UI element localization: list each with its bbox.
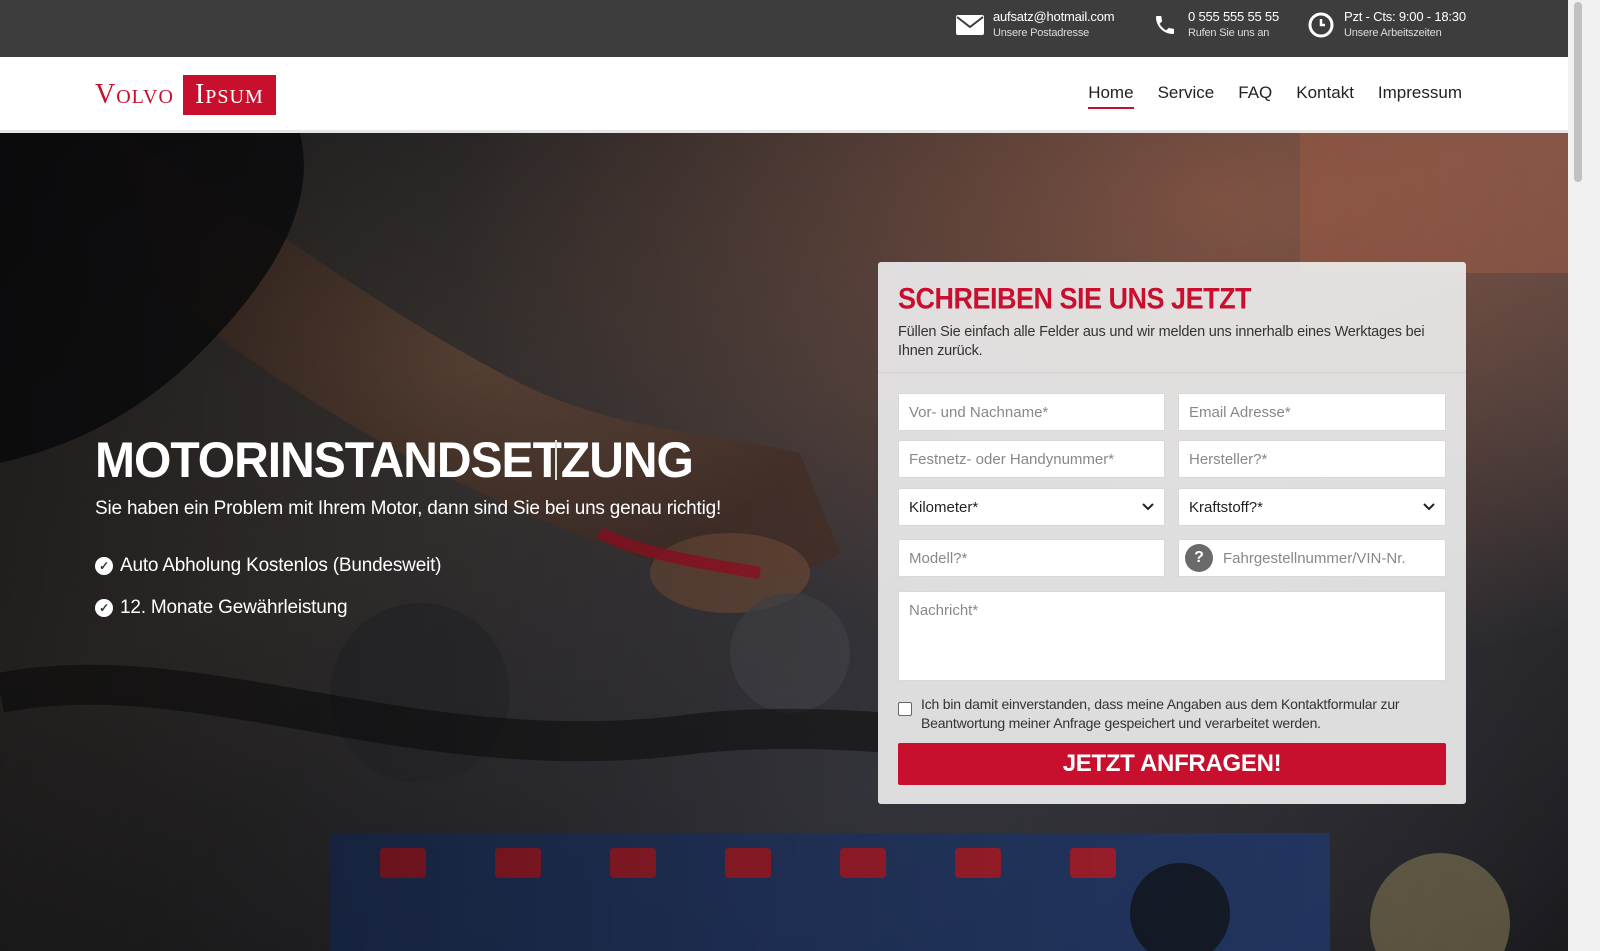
main-nav: Home Service FAQ Kontakt Impressum [1064,83,1462,109]
phone-caption: Rufen Sie uns an [1188,27,1270,39]
benefit-item: ✓ 12. Monate Gewährleistung [95,597,441,619]
email-placeholder: Email Adresse* [1189,403,1291,421]
contact-form-card: SCHREIBEN SIE UNS JETZT Füllen Sie einfa… [878,262,1466,804]
phone-contact[interactable]: 0 555 555 55 55 Rufen Sie uns an [1150,9,1279,41]
hero-title: MOTORINSTANDSETZUNG [95,432,694,489]
form-header: SCHREIBEN SIE UNS JETZT Füllen Sie einfa… [878,262,1466,373]
mileage-value: Kilometer* [909,498,979,516]
mileage-select[interactable]: Kilometer* [898,488,1165,526]
hero-benefits: ✓ Auto Abholung Kostenlos (Bundesweit) ✓… [95,555,441,639]
email-contact[interactable]: aufsatz@hotmail.com Unsere Postadresse [955,9,1115,41]
nav-faq[interactable]: FAQ [1238,83,1272,107]
email-address[interactable]: aufsatz@hotmail.com [993,9,1115,25]
check-circle-icon: ✓ [95,557,113,575]
manufacturer-placeholder: Hersteller?* [1189,450,1268,468]
form-description: Füllen Sie einfach alle Felder aus und w… [898,324,1425,359]
hours-text: Pzt - Cts: 9:00 - 18:30 [1344,9,1466,24]
help-icon[interactable]: ? [1185,544,1213,572]
hero-subtitle: Sie haben ein Problem mit Ihrem Motor, d… [95,498,722,519]
vin-placeholder: Fahrgestellnummer/VIN-Nr. [1223,549,1406,567]
benefit-text: 12. Monate Gewährleistung [120,597,348,618]
name-input[interactable]: Vor- und Nachname* [898,393,1165,431]
site-header: Volvo Ipsum Home Service FAQ Kontakt Imp… [0,57,1568,133]
opening-hours: Pzt - Cts: 9:00 - 18:30 Unsere Arbeitsze… [1306,9,1466,41]
vin-input[interactable]: ? Fahrgestellnummer/VIN-Nr. [1178,539,1446,577]
consent-row: Ich bin damit einverstanden, dass meine … [898,695,1446,733]
phone-icon [1150,10,1180,40]
name-placeholder: Vor- und Nachname* [909,403,1049,421]
logo[interactable]: Volvo Ipsum [95,75,276,115]
nav-home[interactable]: Home [1088,83,1134,109]
typing-cursor [555,440,557,480]
nav-service[interactable]: Service [1158,83,1215,107]
nav-impressum[interactable]: Impressum [1378,83,1462,107]
form-title: SCHREIBEN SIE UNS JETZT [898,282,1252,316]
consent-text: Ich bin damit einverstanden, dass meine … [921,696,1400,731]
benefit-text: Auto Abholung Kostenlos (Bundesweit) [120,555,442,576]
email-input[interactable]: Email Adresse* [1178,393,1446,431]
envelope-icon [955,10,985,40]
logo-text-volvo: Volvo [95,79,174,110]
fuel-select[interactable]: Kraftstoff?* [1178,488,1446,526]
phone-placeholder: Festnetz- oder Handynummer* [909,450,1115,468]
top-info-bar: aufsatz@hotmail.com Unsere Postadresse 0… [0,0,1568,57]
chevron-down-icon [1423,500,1435,514]
phone-number[interactable]: 0 555 555 55 55 [1188,9,1279,25]
message-placeholder: Nachricht* [909,602,979,619]
chevron-down-icon [1142,500,1154,514]
scrollbar-thumb[interactable] [1574,2,1582,182]
email-caption: Unsere Postadresse [993,27,1090,39]
model-placeholder: Modell?* [909,549,968,567]
benefit-item: ✓ Auto Abholung Kostenlos (Bundesweit) [95,555,441,577]
model-input[interactable]: Modell?* [898,539,1165,577]
logo-text-ipsum: Ipsum [182,75,276,115]
page-scrollbar[interactable] [1568,0,1600,951]
nav-kontakt[interactable]: Kontakt [1296,83,1354,107]
clock-icon [1306,10,1336,40]
hours-caption: Unsere Arbeitszeiten [1344,27,1442,39]
message-textarea[interactable]: Nachricht* [898,591,1446,681]
fuel-value: Kraftstoff?* [1189,498,1263,516]
consent-checkbox[interactable] [898,702,912,716]
manufacturer-input[interactable]: Hersteller?* [1178,440,1446,478]
phone-input[interactable]: Festnetz- oder Handynummer* [898,440,1165,478]
submit-button[interactable]: JETZT ANFRAGEN! [898,743,1446,785]
check-circle-icon: ✓ [95,599,113,617]
